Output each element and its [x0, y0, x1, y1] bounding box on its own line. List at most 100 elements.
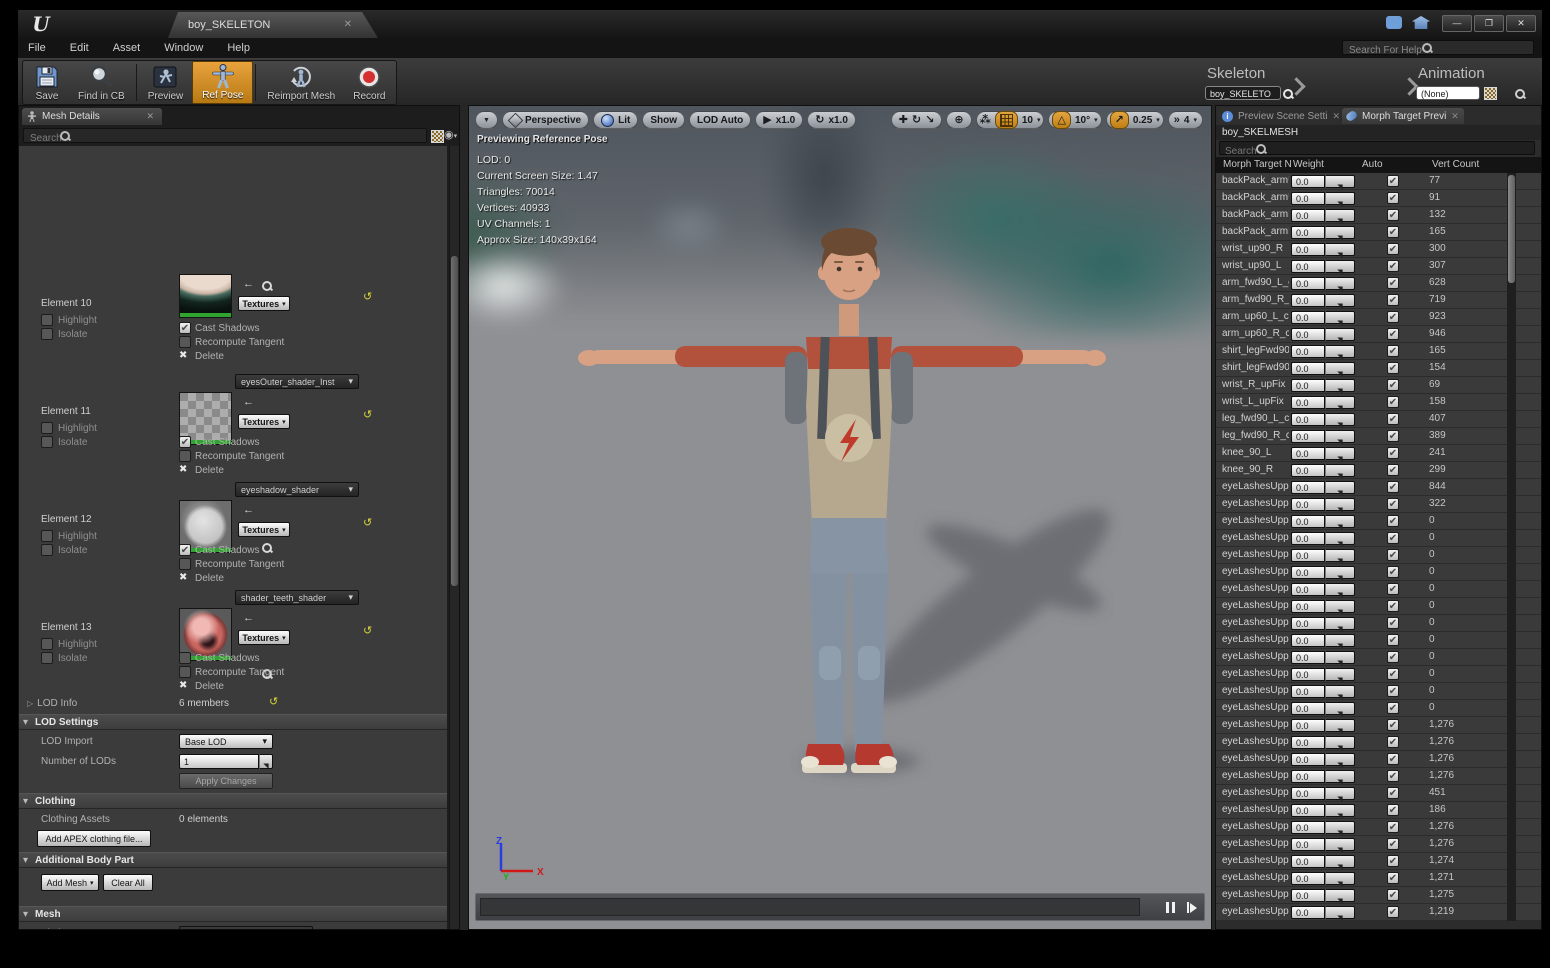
morph-weight-input[interactable]: 0.0	[1291, 787, 1325, 800]
morph-weight-input[interactable]: 0.0	[1291, 583, 1325, 596]
help-search-input[interactable]: Search For Help	[1342, 40, 1534, 55]
morph-search-input[interactable]: Search	[1219, 141, 1535, 155]
menu-window[interactable]: Window	[164, 42, 203, 54]
material-thumbnail[interactable]	[179, 274, 232, 318]
auto-checkbox[interactable]	[1387, 260, 1399, 272]
num-lods-spinner-handle[interactable]	[259, 754, 273, 769]
textures-button[interactable]: Textures▾	[238, 296, 290, 311]
morph-weight-input[interactable]: 0.0	[1291, 209, 1325, 222]
morph-target-row[interactable]: eyeLashesUpper0.00	[1216, 649, 1541, 666]
morph-weight-input[interactable]: 0.0	[1291, 396, 1325, 409]
auto-checkbox[interactable]	[1387, 685, 1399, 697]
use-selected-icon[interactable]	[243, 612, 254, 624]
spinner-handle[interactable]	[1325, 515, 1355, 528]
morph-weight-input[interactable]: 0.0	[1291, 226, 1325, 239]
morph-weight-input[interactable]: 0.0	[1291, 838, 1325, 851]
timeline-bar[interactable]	[475, 893, 1205, 921]
details-scrollbar[interactable]	[449, 146, 459, 929]
delete-icon[interactable]	[179, 680, 187, 691]
morph-target-row[interactable]: eyeLashesUpper0.00	[1216, 513, 1541, 530]
scrollbar-thumb[interactable]	[451, 256, 458, 586]
morph-weight-input[interactable]: 0.0	[1291, 447, 1325, 460]
ref-pose-button[interactable]: Ref Pose	[192, 61, 253, 104]
auto-checkbox[interactable]	[1387, 719, 1399, 731]
morph-weight-input[interactable]: 0.0	[1291, 719, 1325, 732]
search-icon[interactable]	[1255, 143, 1267, 155]
spinner-handle[interactable]	[1325, 175, 1355, 188]
auto-checkbox[interactable]	[1387, 515, 1399, 527]
morph-weight-input[interactable]: 0.0	[1291, 770, 1325, 783]
scale-snap-value[interactable]: 0.25	[1133, 115, 1152, 126]
spinner-handle[interactable]	[1325, 549, 1355, 562]
textures-button[interactable]: Textures▾	[238, 522, 290, 537]
spinner-handle[interactable]	[1325, 753, 1355, 766]
morph-weight-input[interactable]: 0.0	[1291, 481, 1325, 494]
morph-target-row[interactable]: arm_fwd90_R_cb0.0719	[1216, 292, 1541, 309]
spinner-handle[interactable]	[1325, 345, 1355, 358]
auto-checkbox[interactable]	[1387, 532, 1399, 544]
spinner-handle[interactable]	[1325, 668, 1355, 681]
morph-weight-input[interactable]: 0.0	[1291, 243, 1325, 256]
spinner-handle[interactable]	[1325, 719, 1355, 732]
morph-weight-input[interactable]: 0.0	[1291, 617, 1325, 630]
morph-target-row[interactable]: backPack_armF0.0165	[1216, 224, 1541, 241]
morph-weight-input[interactable]: 0.0	[1291, 889, 1325, 902]
morph-target-row[interactable]: arm_fwd90_L_cb0.0628	[1216, 275, 1541, 292]
cast_shadows-checkbox[interactable]	[179, 652, 191, 664]
auto-checkbox[interactable]	[1387, 226, 1399, 238]
scrollbar-thumb[interactable]	[1508, 175, 1515, 283]
spinner-handle[interactable]	[1325, 804, 1355, 817]
use-selected-icon[interactable]	[243, 278, 254, 290]
auto-checkbox[interactable]	[1387, 209, 1399, 221]
morph-target-row[interactable]: eyeLashesUpper0.00	[1216, 581, 1541, 598]
morph-target-row[interactable]: eyeLashesUpper0.01,276	[1216, 717, 1541, 734]
isolate-checkbox[interactable]	[41, 544, 53, 556]
material-dropdown[interactable]: eyeshadow_shader	[235, 482, 359, 497]
morph-target-row[interactable]: wrist_up90_R0.0300	[1216, 241, 1541, 258]
minimize-button[interactable]: —	[1442, 15, 1472, 32]
morph-weight-input[interactable]: 0.0	[1291, 294, 1325, 307]
details-grid-icon[interactable]	[431, 130, 444, 143]
morph-target-row[interactable]: wrist_R_upFix0.069	[1216, 377, 1541, 394]
morph-weight-input[interactable]: 0.0	[1291, 260, 1325, 273]
morph-target-row[interactable]: wrist_L_upFix0.0158	[1216, 394, 1541, 411]
spinner-handle[interactable]	[1325, 362, 1355, 375]
record-button[interactable]: Record	[344, 61, 394, 104]
spinner-handle[interactable]	[1325, 838, 1355, 851]
auto-checkbox[interactable]	[1387, 243, 1399, 255]
auto-checkbox[interactable]	[1387, 753, 1399, 765]
step-forward-button[interactable]	[1182, 899, 1202, 916]
auto-checkbox[interactable]	[1387, 702, 1399, 714]
use-selected-icon[interactable]	[243, 504, 254, 516]
morph-target-row[interactable]: eyeLashesUpper0.0322	[1216, 496, 1541, 513]
auto-checkbox[interactable]	[1387, 379, 1399, 391]
morph-target-row[interactable]: backPack_armU0.077	[1216, 173, 1541, 190]
add-mesh-button[interactable]: Add Mesh▾	[41, 874, 99, 891]
auto-checkbox[interactable]	[1387, 855, 1399, 867]
morph-target-row[interactable]: leg_fwd90_L_cbs0.0407	[1216, 411, 1541, 428]
spinner-handle[interactable]	[1325, 787, 1355, 800]
morph-target-row[interactable]: eyeLashesUpper0.01,271	[1216, 870, 1541, 887]
tab-close-icon[interactable]: ✕	[1451, 111, 1459, 121]
morph-target-row[interactable]: eyeLashesUpper0.01,276	[1216, 836, 1541, 853]
morph-target-row[interactable]: eyeLashesUpper0.01,275	[1216, 887, 1541, 904]
morph-weight-input[interactable]: 0.0	[1291, 277, 1325, 290]
auto-checkbox[interactable]	[1387, 668, 1399, 680]
reset-icon[interactable]	[363, 292, 372, 302]
spinner-handle[interactable]	[1325, 294, 1355, 307]
spinner-handle[interactable]	[1325, 430, 1355, 443]
auto-checkbox[interactable]	[1387, 906, 1399, 918]
reset-icon[interactable]	[363, 410, 372, 420]
rotate-tool-icon[interactable]: ↻	[912, 115, 921, 126]
timeline-track[interactable]	[480, 898, 1140, 916]
morph-target-row[interactable]: shirt_legFwd90_0.0154	[1216, 360, 1541, 377]
morph-target-row[interactable]: eyeLashesUpper0.00	[1216, 564, 1541, 581]
spinner-handle[interactable]	[1325, 396, 1355, 409]
auto-checkbox[interactable]	[1387, 549, 1399, 561]
spinner-handle[interactable]	[1325, 328, 1355, 341]
auto-checkbox[interactable]	[1387, 447, 1399, 459]
material-dropdown[interactable]: eyesOuter_shader_Inst	[235, 374, 359, 389]
morph-target-row[interactable]: eyeLashesUpper0.0451	[1216, 785, 1541, 802]
auto-checkbox[interactable]	[1387, 600, 1399, 612]
highlight-checkbox[interactable]	[41, 530, 53, 542]
